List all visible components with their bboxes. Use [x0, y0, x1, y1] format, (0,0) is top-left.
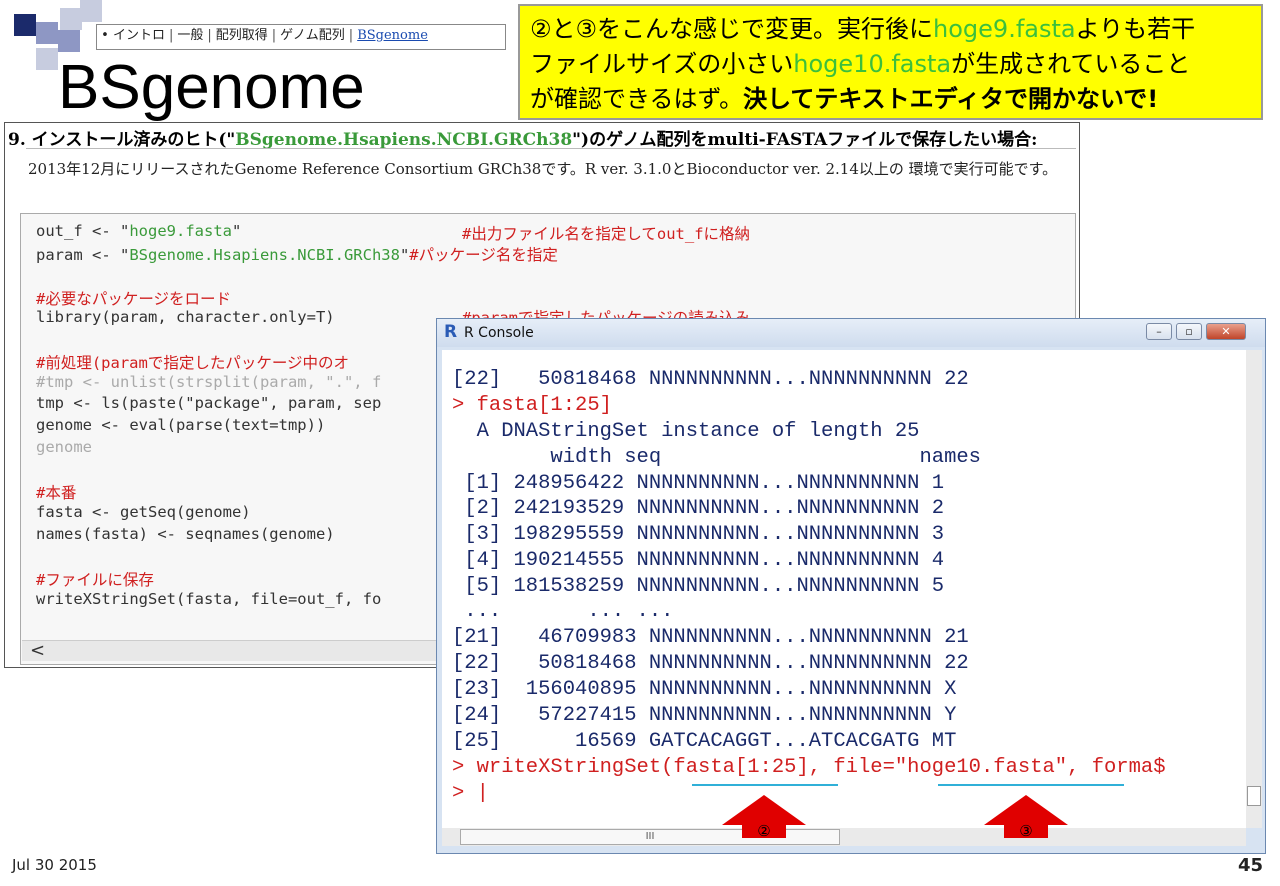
- code-comment: #ファイルに保存: [36, 571, 154, 589]
- highlight-underline: [938, 784, 1124, 786]
- r-logo-icon: R: [444, 322, 458, 342]
- scroll-left-icon[interactable]: <: [30, 640, 45, 661]
- slide-date: Jul 30 2015: [12, 856, 97, 874]
- console-line: [25] 16569 GATCACAGGT...ATCACGATG MT: [452, 730, 957, 753]
- code-line: out_f <- "hoge9.fasta": [36, 222, 242, 240]
- close-button[interactable]: ✕: [1206, 323, 1246, 340]
- code-line: library(param, character.only=T): [36, 308, 335, 326]
- minimize-button[interactable]: –: [1146, 323, 1172, 340]
- code-line: genome <- eval(parse(text=tmp)): [36, 416, 326, 434]
- console-line: [24] 57227415 NNNNNNNNNN...NNNNNNNNNN Y: [452, 704, 957, 727]
- maximize-button[interactable]: ▫: [1176, 323, 1202, 340]
- code-comment: #必要なパッケージをロード: [36, 290, 232, 308]
- console-command: > fasta[1:25]: [452, 394, 612, 417]
- slide-title: BSgenome: [58, 53, 365, 122]
- console-line: [1] 248956422 NNNNNNNNNN...NNNNNNNNNN 1: [452, 472, 945, 495]
- code-comment: #出力ファイル名を指定してout_fに格納: [462, 225, 751, 243]
- code-line: names(fasta) <- seqnames(genome): [36, 525, 335, 543]
- heading-text: 9. インストール済みのヒト(": [8, 130, 236, 150]
- console-line: [21] 46709983 NNNNNNNNNN...NNNNNNNNNN 21: [452, 626, 969, 649]
- up-arrow-icon: [722, 795, 806, 825]
- callout-text: よりも若干: [1075, 15, 1196, 43]
- console-line: [22] 50818468 NNNNNNNNNN...NNNNNNNNNN 22: [452, 368, 969, 391]
- marker-3-label: ③: [1004, 824, 1048, 839]
- decor-square: [60, 8, 82, 30]
- breadcrumb-item[interactable]: ゲノム配列: [280, 28, 345, 43]
- section-description: 2013年12月にリリースされたGenome Reference Consort…: [28, 160, 1058, 178]
- heading-package: BSgenome.Hsapiens.NCBI.GRCh38: [235, 130, 573, 150]
- code-horizontal-scrollbar[interactable]: [22, 640, 436, 661]
- console-line: width seq names: [452, 446, 981, 469]
- callout-warning: 決してテキストエディタで開かないで!: [743, 85, 1159, 113]
- callout-text: が確認できるはず。: [530, 85, 744, 113]
- code-line: fasta <- getSeq(genome): [36, 503, 251, 521]
- callout-text: ファイルサイズの小さい: [530, 50, 794, 78]
- breadcrumb-active-link[interactable]: BSgenome: [357, 28, 428, 43]
- decor-square: [80, 0, 102, 22]
- callout-text: ②と③をこんな感じで変更。実行後に: [530, 15, 934, 43]
- console-line: A DNAStringSet instance of length 25: [452, 420, 920, 443]
- decor-square: [36, 48, 58, 70]
- console-line: [22] 50818468 NNNNNNNNNN...NNNNNNNNNN 22: [452, 652, 969, 675]
- breadcrumb-bullet: •: [101, 28, 109, 43]
- console-line: ... ... ...: [452, 600, 674, 623]
- divider: [26, 148, 1076, 149]
- decor-square: [36, 22, 58, 44]
- code-comment: #本番: [36, 484, 77, 502]
- scrollbar-thumb[interactable]: [1247, 786, 1261, 806]
- heading-text: ")のゲノム配列をmulti-FASTAファイルで保存したい場合:: [572, 130, 1038, 150]
- console-vertical-scrollbar[interactable]: [1246, 350, 1262, 828]
- code-line: #tmp <- unlist(strsplit(param, ".", f: [36, 373, 382, 391]
- console-line: [5] 181538259 NNNNNNNNNN...NNNNNNNNNN 5: [452, 575, 945, 598]
- console-prompt[interactable]: > |: [452, 782, 489, 805]
- console-command: > writeXStringSet(fasta[1:25], file="hog…: [452, 756, 1166, 779]
- console-line: [4] 190214555 NNNNNNNNNN...NNNNNNNNNN 4: [452, 549, 945, 572]
- page-number: 45: [1238, 855, 1264, 876]
- instruction-callout: ②と③をこんな感じで変更。実行後にhoge9.fastaよりも若干 ファイルサイ…: [518, 4, 1263, 120]
- code-line: genome: [36, 438, 92, 456]
- window-titlebar[interactable]: [437, 319, 1265, 347]
- breadcrumb-item[interactable]: 一般: [177, 28, 203, 43]
- decor-square: [14, 14, 36, 36]
- marker-2-label: ②: [742, 824, 786, 839]
- code-line: tmp <- ls(paste("package", param, sep: [36, 394, 382, 412]
- code-line: param <- "BSgenome.Hsapiens.NCBI.GRCh38"…: [36, 246, 558, 264]
- window-title: R Console: [464, 325, 534, 341]
- breadcrumb-item[interactable]: イントロ: [113, 28, 165, 43]
- up-arrow-icon: [984, 795, 1068, 825]
- highlight-underline: [692, 784, 838, 786]
- console-line: [3] 198295559 NNNNNNNNNN...NNNNNNNNNN 3: [452, 523, 945, 546]
- callout-text: が生成されていること: [951, 50, 1191, 78]
- breadcrumb-item[interactable]: 配列取得: [216, 28, 268, 43]
- callout-filename: hoge10.fasta: [793, 50, 952, 78]
- callout-filename: hoge9.fasta: [933, 15, 1076, 43]
- breadcrumb: • イントロ | 一般 | 配列取得 | ゲノム配列 | BSgenome: [96, 24, 506, 50]
- code-comment: #paramで指定したパッケージの読み込み: [462, 309, 751, 318]
- code-line: writeXStringSet(fasta, file=out_f, fo: [36, 590, 382, 608]
- console-line: [2] 242193529 NNNNNNNNNN...NNNNNNNNNN 2: [452, 497, 945, 520]
- code-comment: #前処理(paramで指定したパッケージ中のオ: [36, 354, 350, 372]
- section-heading: 9. インストール済みのヒト("BSgenome.Hsapiens.NCBI.G…: [8, 125, 1037, 150]
- console-line: [23] 156040895 NNNNNNNNNN...NNNNNNNNNN X: [452, 678, 957, 701]
